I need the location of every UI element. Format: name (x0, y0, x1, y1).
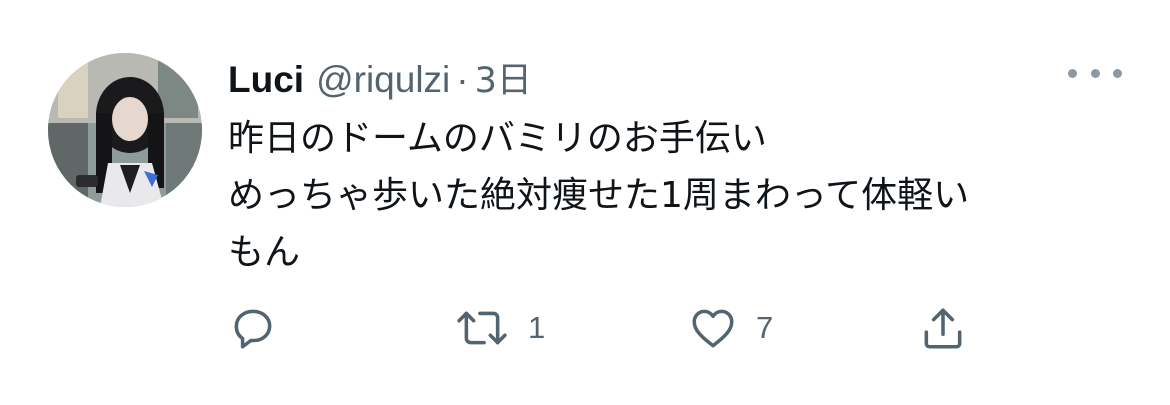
like-count: 7 (756, 310, 774, 345)
tweet-text-line: めっちゃ歩いた絶対痩せた1周まわって体軽い (228, 175, 970, 216)
separator-dot: · (456, 59, 469, 100)
tweet-text: 昨日のドームのバミリのお手伝い めっちゃ歩いた絶対痩せた1周まわって体軽い もん (228, 110, 1128, 281)
action-bar: 1 7 (228, 300, 988, 356)
more-dot (1090, 68, 1100, 78)
share-button[interactable] (918, 300, 968, 356)
heart-icon (692, 309, 734, 348)
reply-icon (234, 309, 272, 349)
tweet-text-line: 昨日のドームのバミリのお手伝い (228, 118, 767, 159)
tweet-card[interactable]: Luci @riqulzi · 3日 昨日のドームのバミリのお手伝い めっちゃ歩… (0, 0, 1170, 405)
retweet-count: 1 (528, 310, 546, 345)
tweet-header: Luci @riqulzi · 3日 (228, 52, 532, 103)
retweet-button[interactable]: 1 (454, 300, 545, 356)
more-options-icon[interactable] (1068, 58, 1122, 88)
avatar-image (48, 53, 202, 207)
more-dot (1068, 68, 1077, 78)
timestamp[interactable]: 3日 (475, 52, 532, 103)
reply-button[interactable] (228, 300, 278, 356)
author-name[interactable]: Luci (228, 59, 304, 101)
tweet-text-line: もん (228, 232, 301, 273)
author-handle[interactable]: @riqulzi (316, 59, 450, 101)
retweet-icon (457, 311, 507, 345)
avatar[interactable] (48, 53, 202, 207)
more-dot (1113, 68, 1122, 78)
share-icon (924, 308, 962, 349)
like-button[interactable]: 7 (688, 300, 773, 356)
